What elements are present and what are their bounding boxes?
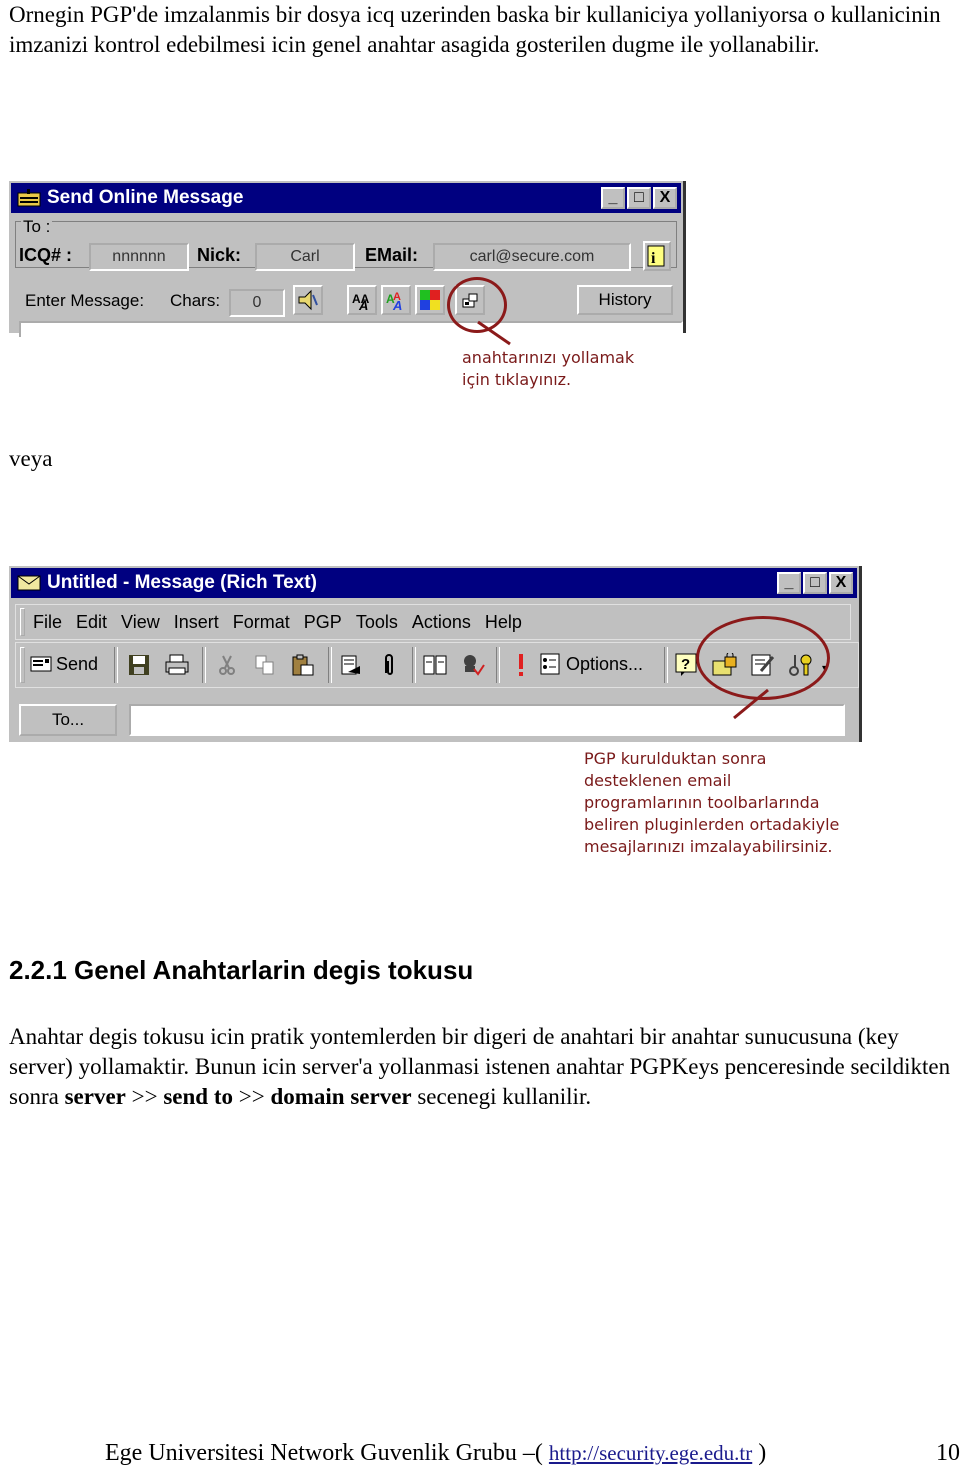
toolbar-separator — [664, 647, 668, 683]
address-book-icon[interactable] — [420, 650, 450, 680]
menu-help[interactable]: Help — [485, 612, 522, 633]
bold-send-to: send to — [163, 1084, 233, 1109]
bold-domain-server: domain server — [270, 1084, 412, 1109]
menu-insert[interactable]: Insert — [174, 612, 219, 633]
send-label: Send — [56, 653, 99, 674]
menu-grip[interactable] — [20, 608, 25, 636]
footer-close: ) — [752, 1440, 767, 1466]
email-label: EMail: — [365, 245, 419, 265]
importance-icon[interactable] — [506, 650, 536, 680]
toolbar-separator — [496, 647, 500, 683]
envelope-icon — [17, 575, 41, 591]
check-names-icon[interactable] — [458, 650, 488, 680]
outlook-callout-line: mesajlarınızı imzalayabilirsiniz. — [584, 837, 833, 856]
svg-text:A: A — [392, 298, 402, 311]
footer-link[interactable]: http://security.ege.edu.tr — [549, 1441, 752, 1465]
chars-label: Chars: — [170, 291, 221, 310]
icq-title-bar: Send Online Message _ □ X — [11, 183, 681, 213]
icq-window-title: Send Online Message — [47, 187, 244, 208]
menu-format[interactable]: Format — [233, 612, 290, 633]
outlook-callout-line: desteklenen email — [584, 771, 732, 790]
nick-field[interactable]: Carl — [255, 243, 355, 271]
icq-send-message-window: Send Online Message _ □ X To : ICQ# : nn… — [9, 181, 686, 337]
options-label: Options... — [566, 653, 644, 674]
bold-server: server — [64, 1084, 126, 1109]
outlook-callout-line: beliren pluginlerden ortadakiyle — [584, 815, 840, 834]
maximize-button[interactable]: □ — [803, 572, 827, 594]
sound-icon[interactable] — [293, 285, 323, 315]
outlook-window-title: Untitled - Message (Rich Text) — [47, 572, 317, 593]
icq-callout-line: anahtarınızı yollamak — [462, 348, 635, 367]
maximize-button[interactable]: □ — [627, 187, 651, 209]
annotation-arrow-icq — [477, 320, 511, 346]
minimize-button[interactable]: _ — [777, 572, 801, 594]
svg-text:A: A — [358, 298, 368, 311]
minimize-button[interactable]: _ — [601, 187, 625, 209]
cut-icon[interactable] — [212, 650, 242, 680]
section-heading: 2.2.1 Genel Anahtarlarin degis tokusu — [9, 955, 474, 985]
email-field[interactable]: carl@secure.com — [433, 243, 631, 271]
page-number: 10 — [936, 1440, 960, 1466]
menu-view[interactable]: View — [121, 612, 160, 633]
toolbar-separator — [412, 647, 416, 683]
toolbar-separator — [328, 647, 332, 683]
menu-pgp[interactable]: PGP — [304, 612, 342, 633]
svg-text:?: ? — [681, 656, 690, 673]
signature-icon[interactable] — [336, 650, 366, 680]
message-input[interactable] — [19, 321, 683, 337]
veya-text: veya — [9, 446, 53, 471]
menu-file[interactable]: File — [33, 612, 62, 633]
outlook-title-bar: Untitled - Message (Rich Text) _ □ X — [11, 568, 857, 598]
body-text: secenegi kullanilir. — [411, 1084, 592, 1109]
color-icon[interactable] — [415, 285, 445, 315]
outlook-callout: PGP kurulduktan sonra desteklenen email … — [584, 748, 839, 858]
save-icon[interactable] — [124, 650, 154, 680]
section-body: Anahtar degis tokusu icin pratik yonteml… — [9, 1022, 954, 1112]
close-button[interactable]: X — [653, 187, 677, 209]
icq-window-icon — [17, 189, 41, 207]
send-icon — [30, 656, 52, 672]
menu-actions[interactable]: Actions — [412, 612, 471, 633]
options-button[interactable]: Options... — [540, 649, 643, 679]
outlook-callout-line: programlarının toolbarlarında — [584, 793, 820, 812]
icq-number-label: ICQ# : — [19, 245, 73, 265]
menu-edit[interactable]: Edit — [76, 612, 107, 633]
copy-icon[interactable] — [250, 650, 280, 680]
menu-tools[interactable]: Tools — [356, 612, 398, 633]
paste-icon[interactable] — [288, 650, 318, 680]
enter-message-label: Enter Message: — [25, 291, 145, 310]
icq-callout: anahtarınızı yollamak için tıklayınız. — [462, 347, 634, 391]
chars-count: 0 — [229, 289, 285, 317]
icq-number-field[interactable]: nnnnnn — [89, 243, 189, 271]
to-button[interactable]: To... — [19, 704, 117, 736]
toolbar-separator — [114, 647, 118, 683]
separator: >> — [125, 1084, 164, 1109]
to-label: To : — [21, 217, 53, 237]
info-icon[interactable]: i — [643, 241, 671, 271]
outlook-callout-line: PGP kurulduktan sonra — [584, 749, 767, 768]
annotation-arrow-outlook — [733, 688, 769, 720]
footer-text: Ege Universitesi Network Guvenlik Grubu … — [105, 1440, 549, 1466]
separator: >> — [232, 1084, 271, 1109]
options-icon — [540, 653, 560, 675]
close-button[interactable]: X — [829, 572, 853, 594]
toolbar-grip[interactable] — [20, 647, 25, 683]
attach-icon[interactable] — [374, 650, 404, 680]
svg-text:i: i — [651, 250, 656, 267]
page-footer: Ege Universitesi Network Guvenlik Grubu … — [105, 1440, 960, 1467]
intro-paragraph: Ornegin PGP'de imzalanmis bir dosya icq … — [9, 2, 941, 57]
nick-label: Nick: — [197, 245, 242, 265]
history-button[interactable]: History — [577, 285, 673, 315]
icq-callout-line: için tıklayınız. — [462, 370, 572, 389]
toolbar-separator — [202, 647, 206, 683]
font-color-icon[interactable]: AAA — [381, 285, 411, 315]
font-icon[interactable]: AA A — [347, 285, 377, 315]
send-button[interactable]: Send — [30, 649, 98, 679]
print-icon[interactable] — [162, 650, 192, 680]
